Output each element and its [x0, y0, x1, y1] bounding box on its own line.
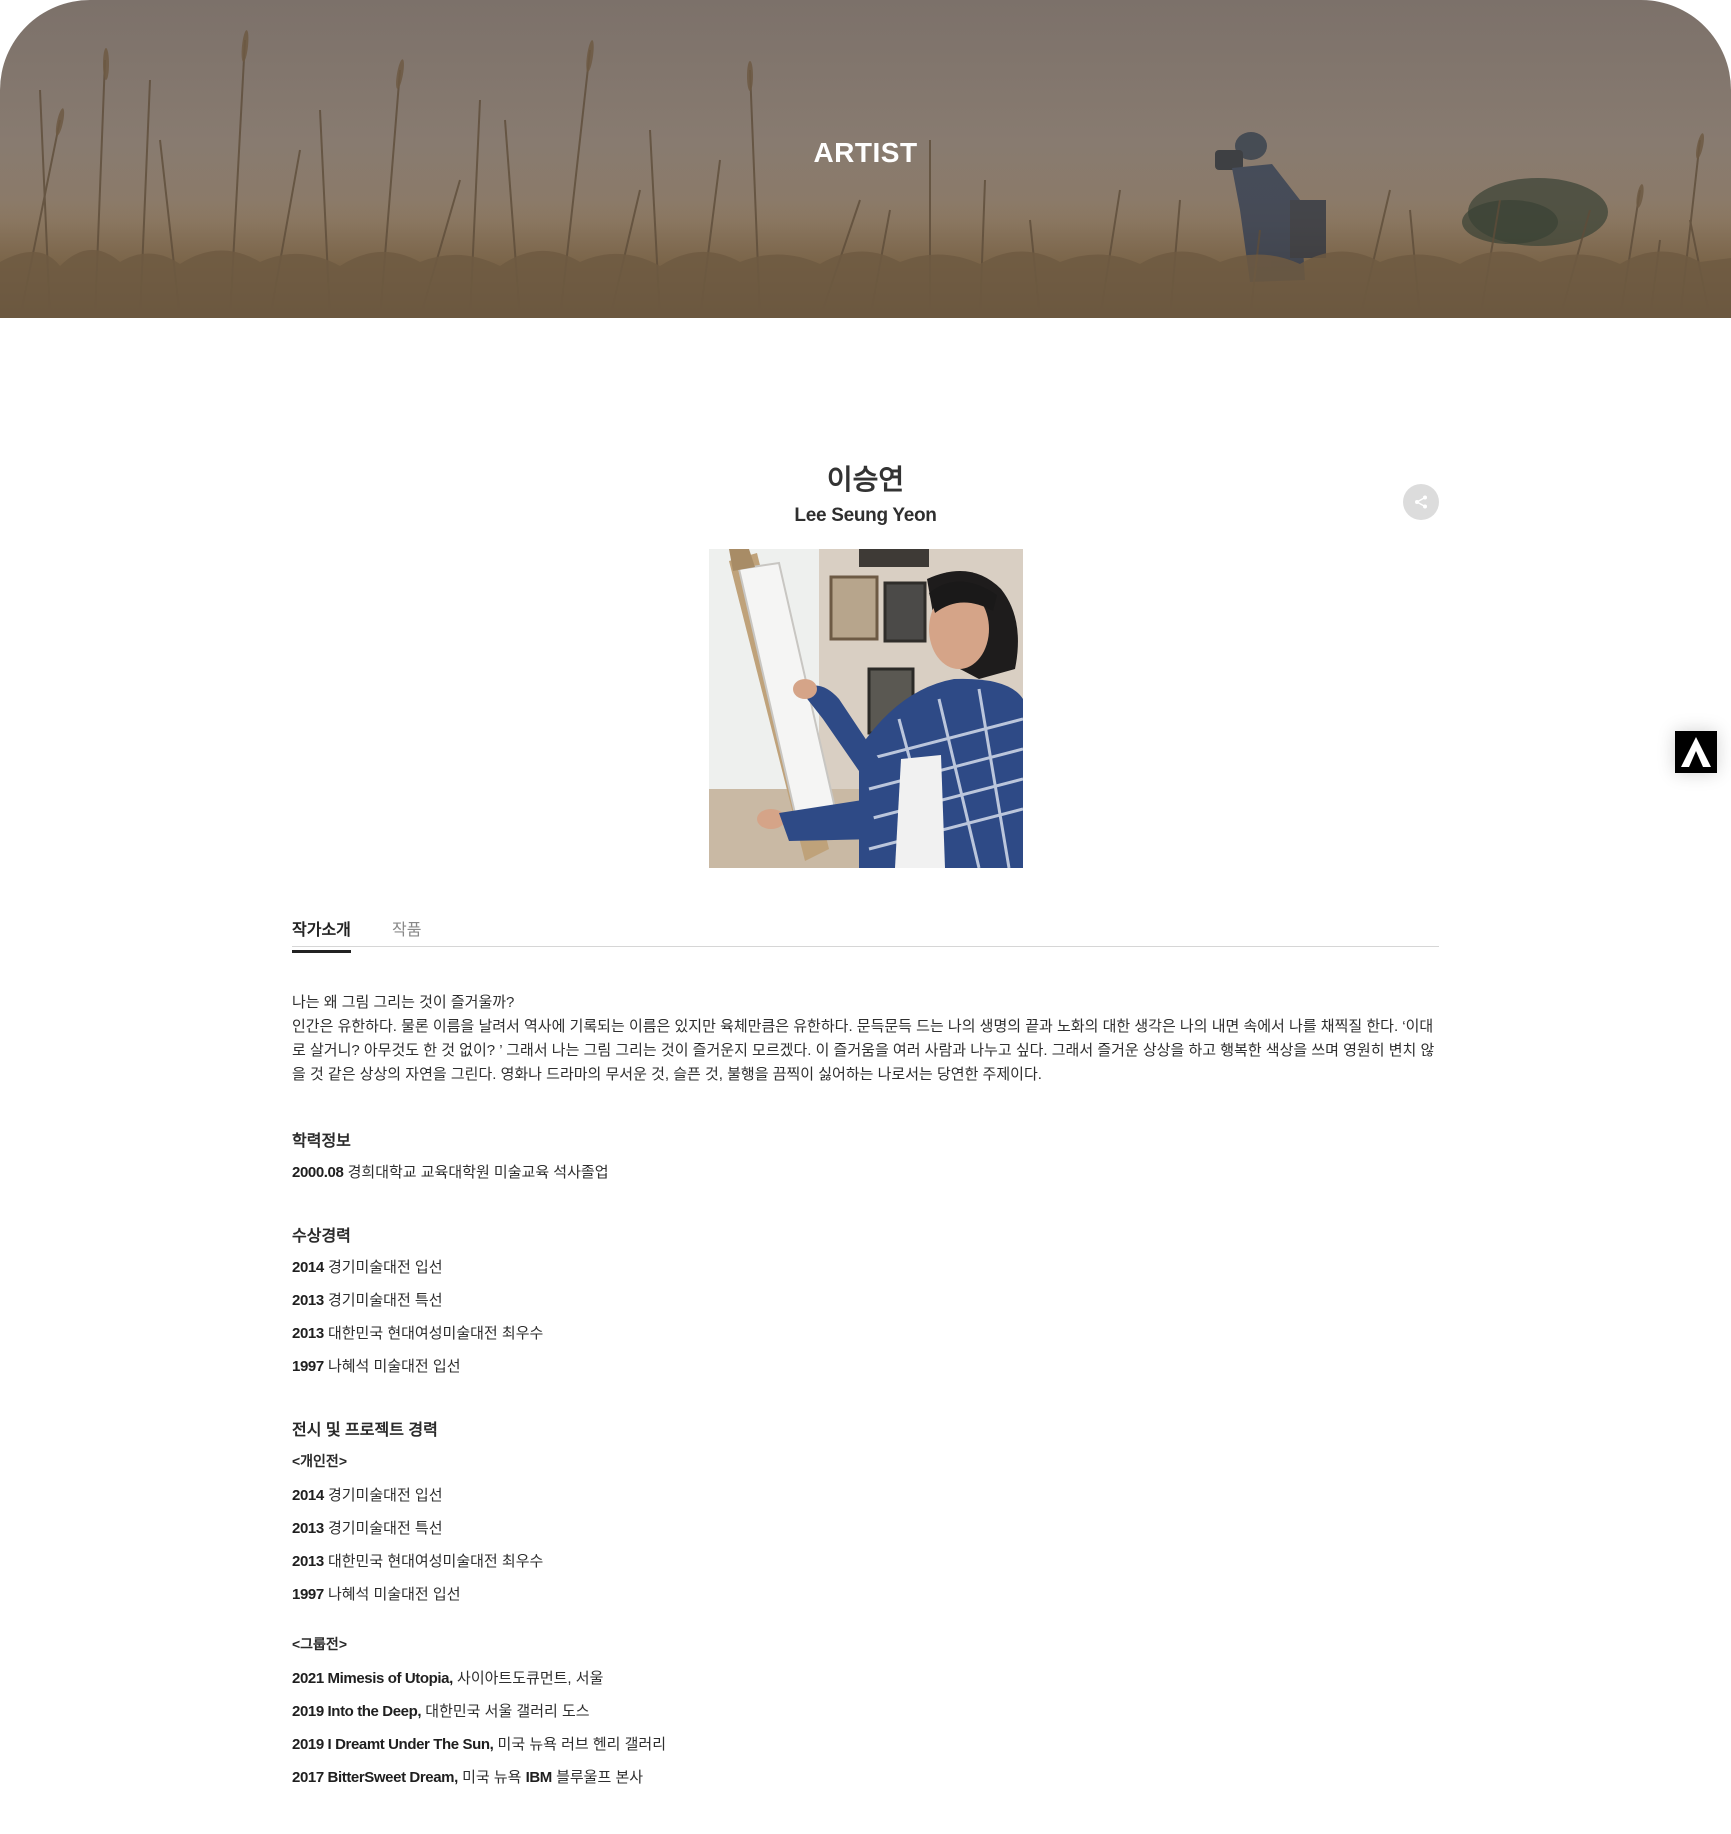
statement-question: 나는 왜 그림 그리는 것이 즐거울까?	[292, 994, 515, 1011]
tab-bar: 작가소개 작품	[292, 912, 1439, 953]
tab-artist-intro[interactable]: 작가소개	[292, 916, 351, 953]
award-item: 2014 경기미술대전 입선	[292, 1259, 443, 1276]
artist-name-english: Lee Seung Yeon	[794, 505, 937, 526]
group-exhibition-item: 2021 Mimesis of Utopia, 사이아트도큐먼트, 서울	[292, 1670, 604, 1687]
statement-body: 인간은 유한하다. 물론 이름을 날려서 역사에 기록되는 이름은 있지만 육체…	[292, 1018, 1435, 1083]
artist-statement: 나는 왜 그림 그리는 것이 즐거울까? 인간은 유한하다. 물론 이름을 날려…	[292, 991, 1442, 1087]
awards-title: 수상경력	[292, 1228, 351, 1245]
hero-banner: ARTIST	[0, 0, 1731, 318]
artist-portrait	[709, 549, 1023, 868]
scroll-to-top-button[interactable]	[1675, 731, 1717, 773]
solo-exhibition-item: 2014 경기미술대전 입선	[292, 1487, 443, 1504]
exhibitions-title: 전시 및 프로젝트 경력	[292, 1422, 438, 1439]
group-exhibition-item: 2019 I Dreamt Under The Sun, 미국 뉴욕 러브 헨리…	[292, 1736, 667, 1753]
artist-name-korean: 이승연	[826, 464, 905, 495]
solo-exhibitions-label: <개인전>	[292, 1453, 347, 1469]
education-item: 2000.08 경희대학교 교육대학원 미술교육 석사졸업	[292, 1164, 609, 1181]
education-title: 학력정보	[292, 1133, 351, 1150]
award-item: 2013 경기미술대전 특선	[292, 1292, 443, 1309]
group-exhibitions-label: <그룹전>	[292, 1636, 347, 1652]
group-exhibition-item: 2017 BitterSweet Dream, 미국 뉴욕 IBM 블루울프 본…	[292, 1769, 644, 1786]
tab-works[interactable]: 작품	[392, 916, 421, 940]
solo-exhibition-item: 2013 대한민국 현대여성미술대전 최우수	[292, 1553, 544, 1570]
award-item: 2013 대한민국 현대여성미술대전 최우수	[292, 1325, 544, 1342]
solo-exhibition-item: 1997 나혜석 미술대전 입선	[292, 1586, 461, 1603]
arrow-up-icon	[1675, 731, 1717, 773]
share-icon	[1415, 495, 1427, 509]
share-button[interactable]	[1403, 484, 1439, 520]
group-exhibition-item: 2019 Into the Deep, 대한민국 서울 갤러리 도스	[292, 1703, 590, 1720]
award-item: 1997 나혜석 미술대전 입선	[292, 1358, 461, 1375]
solo-exhibition-item: 2013 경기미술대전 특선	[292, 1520, 443, 1537]
hero-title: ARTIST	[813, 137, 918, 168]
